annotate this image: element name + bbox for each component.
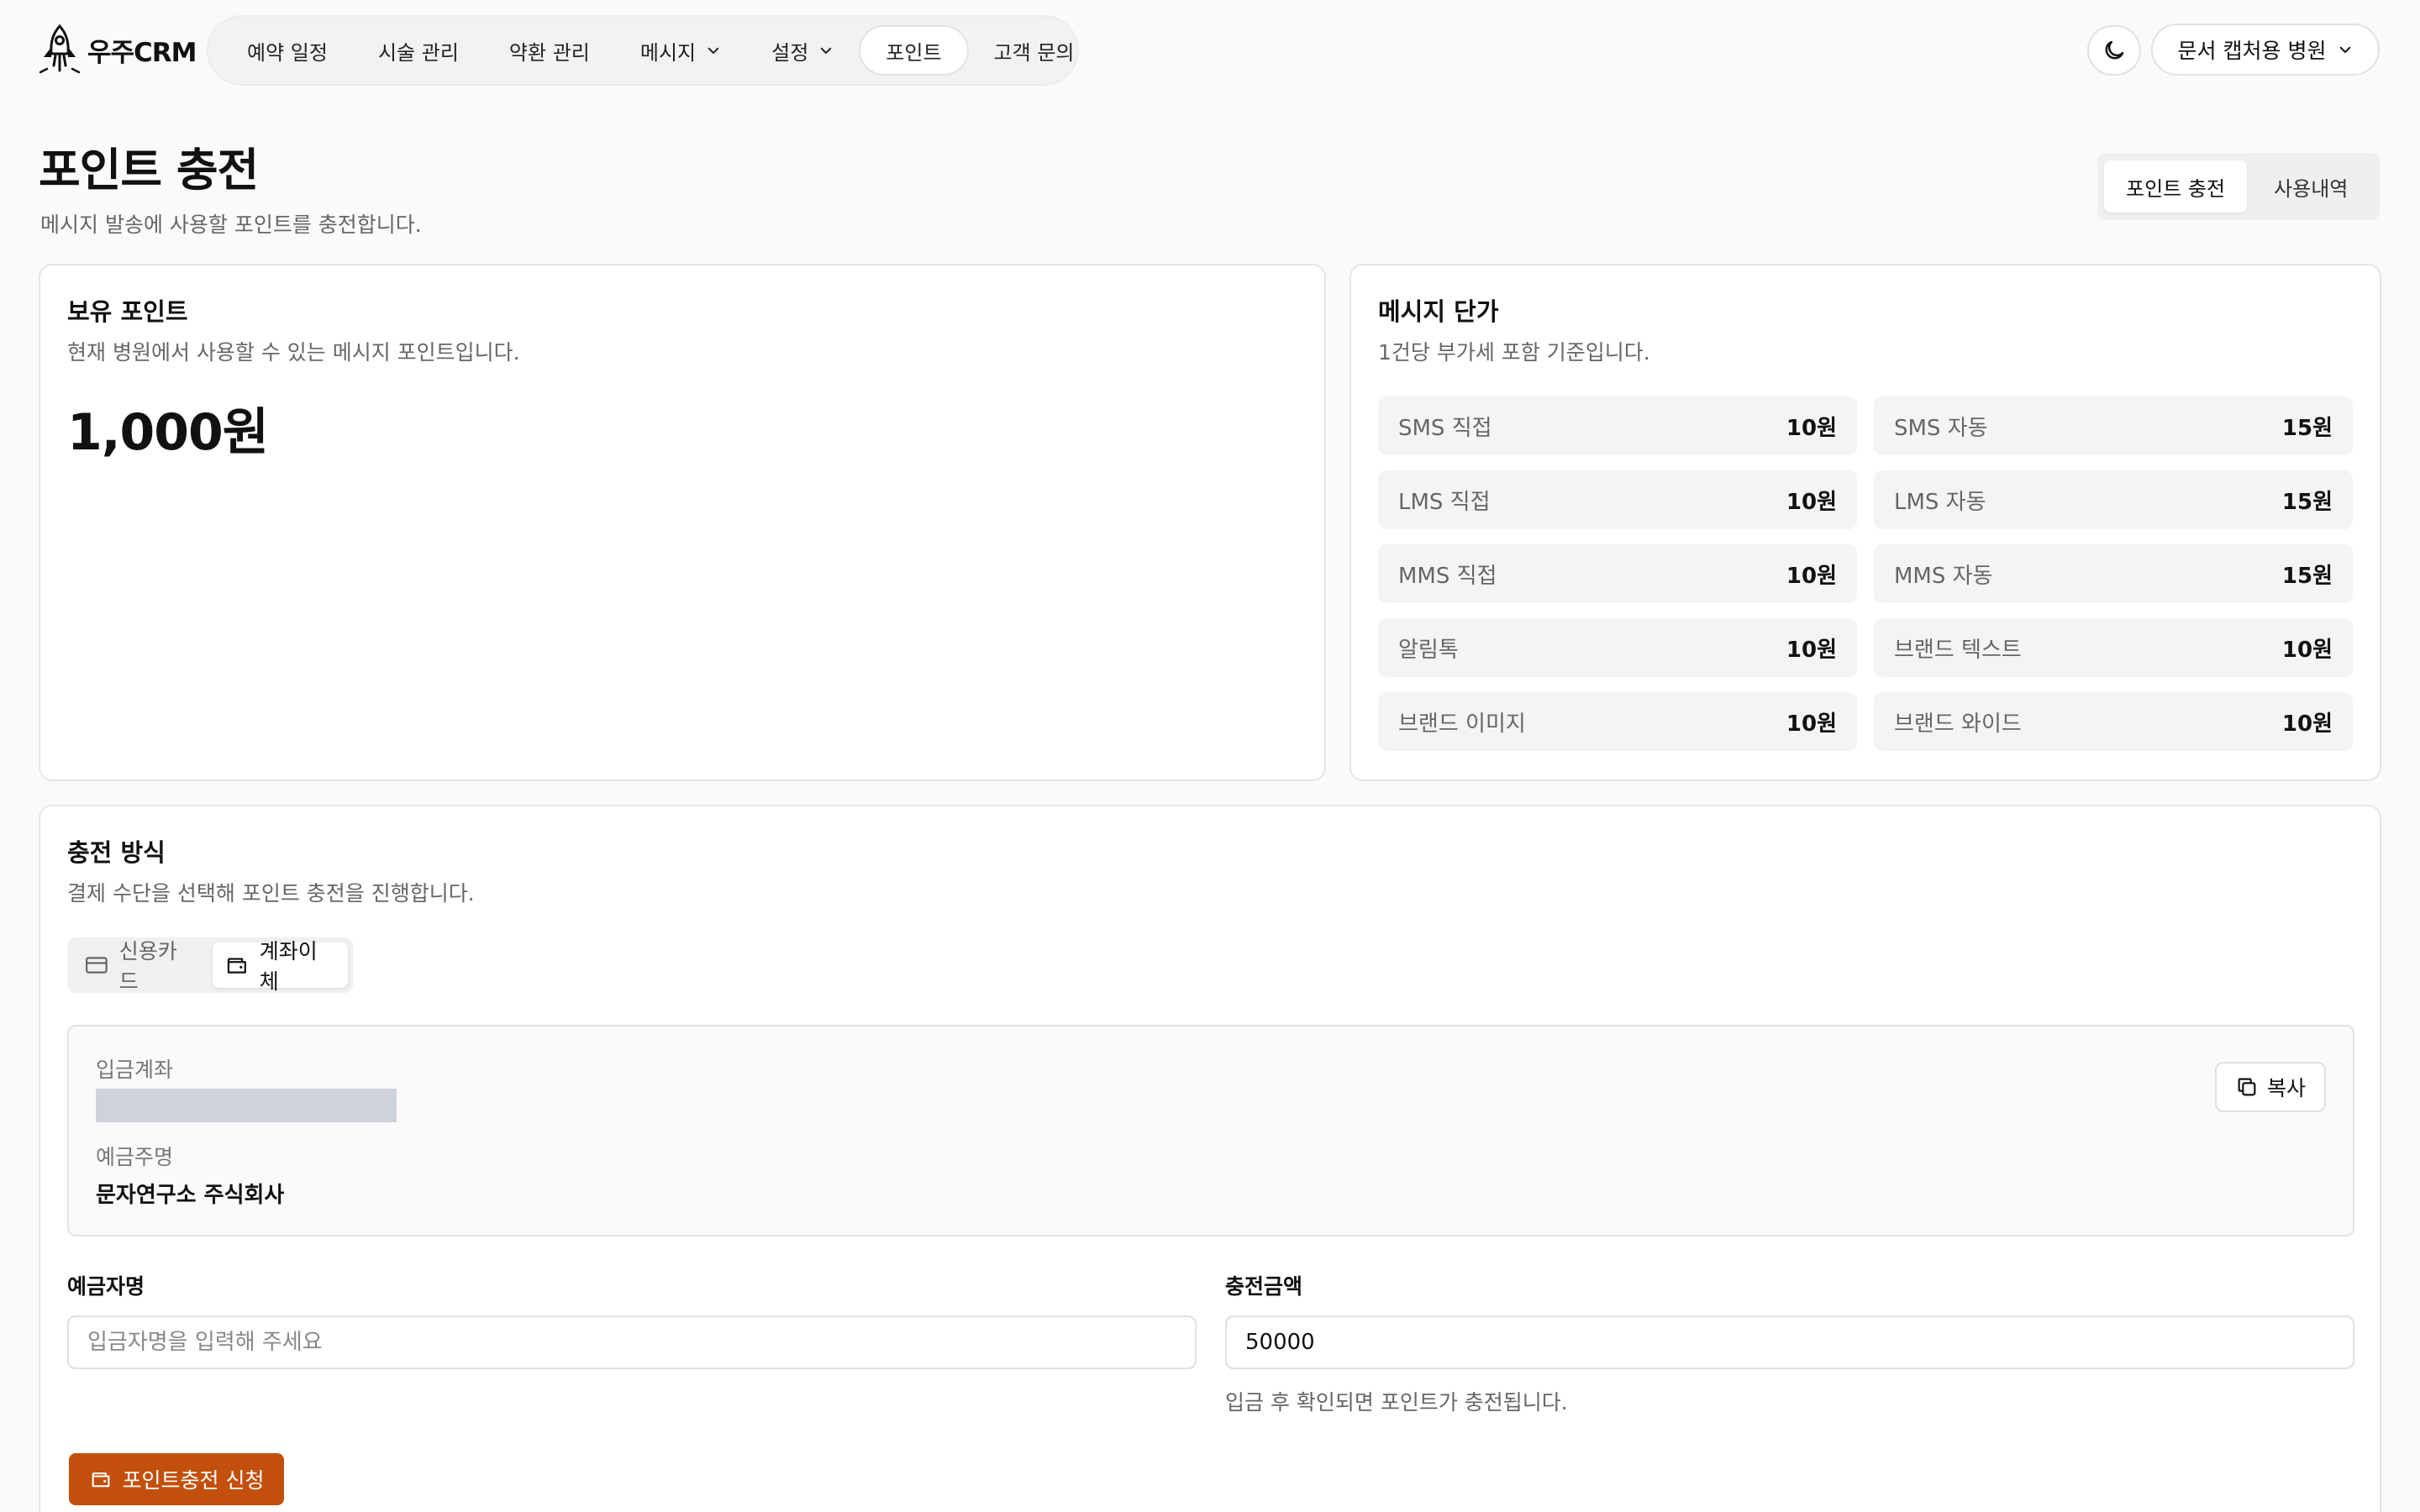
tab-usage-history[interactable]: 사용내역 xyxy=(2252,160,2370,213)
price-item-label: SMS 직접 xyxy=(1398,415,1492,441)
price-item-value: 15원 xyxy=(2281,415,2333,441)
depositor-input[interactable] xyxy=(67,1315,1197,1369)
price-item: 브랜드 이미지 10원 xyxy=(1378,692,1857,751)
wallet-icon xyxy=(227,958,246,974)
page-subtitle: 메시지 발송에 사용할 포인트를 충전합니다. xyxy=(40,213,422,237)
nav-item-label: 메시지 xyxy=(639,40,697,65)
price-item-value: 10원 xyxy=(1786,489,1837,515)
depositor-label: 예금자명 xyxy=(67,1274,145,1299)
price-item-label: MMS 직접 xyxy=(1398,563,1497,589)
price-item: SMS 직접 10원 xyxy=(1378,396,1857,455)
amount-label: 충전금액 xyxy=(1225,1274,1303,1299)
chevron-down-icon xyxy=(821,47,832,54)
copy-button[interactable]: 복사 xyxy=(2215,1062,2326,1112)
balance-title: 보유 포인트 xyxy=(67,297,188,326)
nav-item-label: 고객 문의 xyxy=(993,40,1075,65)
balance-card: 보유 포인트 현재 병원에서 사용할 수 있는 메시지 포인트입니다. 1,00… xyxy=(39,264,1326,781)
hospital-select[interactable]: 문서 캡처용 병원 xyxy=(2151,24,2380,76)
nav-item-procedures[interactable]: 시술 관리 xyxy=(353,25,484,76)
nav-item-reservations[interactable]: 예약 일정 xyxy=(222,25,353,76)
price-item-value: 15원 xyxy=(2281,563,2333,589)
nav-item-settings[interactable]: 설정 xyxy=(746,25,859,76)
account-info-box: 입금계좌 예금주명 문자연구소 주식회사 복사 xyxy=(67,1025,2354,1236)
nav-item-inquiries[interactable]: 고객 문의 xyxy=(969,25,1100,76)
nav-item-label: 예약 일정 xyxy=(247,40,328,65)
price-item-label: LMS 직접 xyxy=(1398,489,1491,515)
nav-item-messages[interactable]: 메시지 xyxy=(615,25,746,76)
account-label: 입금계좌 xyxy=(96,1058,174,1082)
page-title: 포인트 충전 xyxy=(39,144,259,197)
price-item: 브랜드 와이드 10원 xyxy=(1874,692,2353,751)
charge-title: 충전 방식 xyxy=(67,838,166,867)
copy-label: 복사 xyxy=(2266,1076,2306,1100)
logo-text: 우주CRM xyxy=(87,37,197,68)
submit-label: 포인트충전 신청 xyxy=(122,1468,265,1493)
price-item-label: SMS 자동 xyxy=(1894,415,1988,441)
price-item-label: 브랜드 이미지 xyxy=(1398,711,1526,737)
tab-point-charge[interactable]: 포인트 충전 xyxy=(2104,160,2248,213)
nav-item-agreements[interactable]: 약환 관리 xyxy=(484,25,615,76)
chevron-down-icon xyxy=(2340,46,2351,53)
hospital-name: 문서 캡처용 병원 xyxy=(2177,39,2327,63)
holder-label: 예금주명 xyxy=(96,1145,174,1169)
price-item: MMS 자동 15원 xyxy=(1874,544,2353,603)
price-item-value: 10원 xyxy=(1786,711,1837,737)
price-item-label: 알림톡 xyxy=(1398,637,1459,663)
price-grid: SMS 직접 10원 SMS 자동 15원 LMS 직접 10원 LMS 자동 15원 MMS … xyxy=(1378,396,2353,751)
moon-icon xyxy=(2105,40,2124,60)
nav-item-points[interactable]: 포인트 xyxy=(859,25,969,76)
submit-charge-button[interactable]: 포인트충전 신청 xyxy=(69,1453,284,1505)
price-item: LMS 직접 10원 xyxy=(1378,470,1857,529)
nav-item-label: 시술 관리 xyxy=(377,40,459,65)
nav-item-label: 포인트 xyxy=(886,40,942,65)
copy-icon xyxy=(2238,1078,2256,1096)
main-nav: 예약 일정 시술 관리 약환 관리 메시지 설정 포인트 고객 문의 xyxy=(207,15,1079,86)
tab-bank-transfer-label: 계좌이체 xyxy=(259,939,318,994)
theme-toggle-button[interactable] xyxy=(2087,25,2141,76)
nav-item-label: 약환 관리 xyxy=(508,40,590,65)
price-item-value: 10원 xyxy=(2281,637,2333,663)
wallet-icon xyxy=(92,1472,109,1488)
credit-card-icon xyxy=(85,957,108,974)
price-card: 메시지 단가 1건당 부가세 포함 기준입니다. SMS 직접 10원 SMS 자동… xyxy=(1349,264,2381,781)
balance-desc: 현재 병원에서 사용할 수 있는 메시지 포인트입니다. xyxy=(67,340,520,365)
price-item-value: 10원 xyxy=(1786,415,1837,441)
page-tabs: 포인트 충전 사용내역 xyxy=(2097,153,2380,220)
price-item: SMS 자동 15원 xyxy=(1874,396,2353,455)
tab-credit-card[interactable]: 신용카드 xyxy=(72,939,208,994)
price-desc: 1건당 부가세 포함 기준입니다. xyxy=(1378,340,1650,365)
price-item-label: 브랜드 텍스트 xyxy=(1894,637,2022,663)
price-title: 메시지 단가 xyxy=(1378,297,1499,326)
app-logo[interactable]: 우주CRM xyxy=(39,24,197,76)
payment-method-tabs: 신용카드 계좌이체 xyxy=(67,937,353,994)
balance-amount: 1,000원 xyxy=(67,403,269,462)
tab-credit-card-label: 신용카드 xyxy=(118,939,177,994)
account-number-redacted xyxy=(96,1089,397,1122)
price-item-value: 10원 xyxy=(1786,563,1837,589)
chevron-down-icon xyxy=(708,47,719,54)
charge-desc: 결제 수단을 선택해 포인트 충전을 진행합니다. xyxy=(67,881,475,906)
nav-item-label: 설정 xyxy=(771,40,809,65)
amount-help: 입금 후 확인되면 포인트가 충전됩니다. xyxy=(1225,1390,1568,1415)
price-item: 알림톡 10원 xyxy=(1378,618,1857,677)
price-item-label: MMS 자동 xyxy=(1894,563,1993,589)
price-item-value: 15원 xyxy=(2281,489,2333,515)
amount-input[interactable] xyxy=(1225,1315,2354,1369)
top-bar: 우주CRM 예약 일정 시술 관리 약환 관리 메시지 설정 포인트 고객 문의 문서 캡처… xyxy=(0,0,2420,99)
price-item-value: 10원 xyxy=(2281,711,2333,737)
price-item-label: 브랜드 와이드 xyxy=(1894,711,2022,737)
price-item-label: LMS 자동 xyxy=(1894,489,1986,515)
tab-bank-transfer[interactable]: 계좌이체 xyxy=(213,939,348,994)
price-item: LMS 자동 15원 xyxy=(1874,470,2353,529)
rocket-icon xyxy=(39,24,81,74)
price-item: 브랜드 텍스트 10원 xyxy=(1874,618,2353,677)
holder-name: 문자연구소 주식회사 xyxy=(96,1183,285,1208)
price-item-value: 10원 xyxy=(1786,637,1837,663)
charge-card: 충전 방식 결제 수단을 선택해 포인트 충전을 진행합니다. 신용카드 계좌이… xyxy=(39,805,2381,1512)
price-item: MMS 직접 10원 xyxy=(1378,544,1857,603)
